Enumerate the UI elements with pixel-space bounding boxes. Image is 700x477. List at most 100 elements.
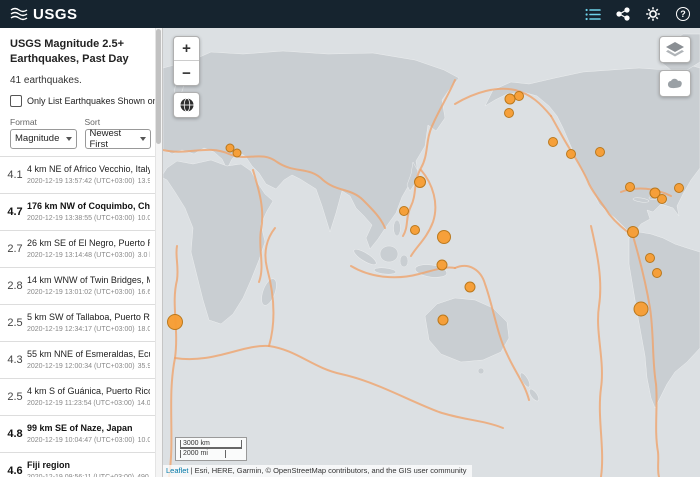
earthquake-list-item[interactable]: 4.6 Fiji region 2020-12-19 09:56:11 (UTC… xyxy=(0,453,155,477)
earthquake-marker[interactable] xyxy=(505,94,515,104)
earthquake-marker[interactable] xyxy=(411,226,420,235)
scale-km: 3000 km xyxy=(180,440,242,450)
earthquake-place: 176 km NW of Coquimbo, Chile xyxy=(27,201,150,211)
earthquake-list-item[interactable]: 4.8 99 km SE of Naze, Japan 2020-12-19 1… xyxy=(0,416,155,453)
globe-button[interactable] xyxy=(173,92,200,118)
map-filter-label: Only List Earthquakes Shown on Map xyxy=(27,96,162,106)
sort-label: Sort xyxy=(85,117,152,127)
earthquake-place: 26 km SE of El Negro, Puerto Rico xyxy=(27,238,150,248)
format-select[interactable]: Magnitude xyxy=(10,129,77,149)
earthquake-time: 2020-12-19 12:00:34 (UTC+03:00) xyxy=(27,363,135,370)
earthquake-marker[interactable] xyxy=(653,269,662,278)
list-view-icon[interactable] xyxy=(585,8,601,21)
earthquake-depth: 18.0 km xyxy=(138,326,150,333)
format-label: Format xyxy=(10,117,77,127)
earthquake-list: 4.1 4 km NE of Africo Vecchio, Italy 202… xyxy=(0,156,155,477)
magnitude-value: 2.5 xyxy=(3,311,27,335)
earthquake-depth: 3.0 km xyxy=(138,252,150,259)
earthquake-list-item[interactable]: 2.5 5 km SW of Tallaboa, Puerto Rico 202… xyxy=(0,305,155,342)
earthquake-marker[interactable] xyxy=(658,195,667,204)
scrollbar-thumb[interactable] xyxy=(156,29,161,144)
world-map[interactable] xyxy=(163,28,700,477)
earthquake-place: 5 km SW of Tallaboa, Puerto Rico xyxy=(27,312,150,322)
earthquake-marker[interactable] xyxy=(437,260,447,270)
map-scale: 3000 km 2000 mi xyxy=(175,437,247,461)
app-header: USGS xyxy=(0,0,700,28)
map-filter-checkbox[interactable] xyxy=(10,95,22,107)
earthquake-marker[interactable] xyxy=(567,150,576,159)
scale-mi: 2000 mi xyxy=(180,450,226,458)
earthquake-depth: 14.0 km xyxy=(137,400,150,407)
usgs-wave-icon xyxy=(10,7,28,21)
zoom-in-button[interactable]: + xyxy=(174,37,199,61)
earthquake-marker[interactable] xyxy=(646,254,655,263)
map-attribution: Leaflet | Esri, HERE, Garmin, © OpenStre… xyxy=(163,465,472,477)
magnitude-value: 4.7 xyxy=(3,200,27,224)
earthquake-marker[interactable] xyxy=(168,315,183,330)
earthquake-place: 4 km NE of Africo Vecchio, Italy xyxy=(27,164,150,174)
earthquake-list-item[interactable]: 2.8 14 km WNW of Twin Bridges, M... 2020… xyxy=(0,268,155,305)
chevron-down-icon xyxy=(140,137,146,141)
earthquake-marker[interactable] xyxy=(505,109,514,118)
magnitude-value: 2.7 xyxy=(3,237,27,261)
magnitude-value: 2.5 xyxy=(3,385,27,409)
earthquake-marker[interactable] xyxy=(596,148,605,157)
share-icon[interactable] xyxy=(616,7,630,21)
earthquake-marker[interactable] xyxy=(628,227,639,238)
earthquake-list-item[interactable]: 2.7 26 km SE of El Negro, Puerto Rico 20… xyxy=(0,231,155,268)
zoom-out-button[interactable]: − xyxy=(174,61,199,85)
panel-title: USGS Magnitude 2.5+ Earthquakes, Past Da… xyxy=(10,37,151,68)
earthquake-marker[interactable] xyxy=(415,177,426,188)
earthquake-time: 2020-12-19 13:38:55 (UTC+03:00) xyxy=(27,215,135,222)
earthquake-marker[interactable] xyxy=(438,315,448,325)
brand-text: USGS xyxy=(33,6,78,23)
magnitude-value: 4.6 xyxy=(3,459,27,477)
map-container: + − 3000 km xyxy=(163,28,700,477)
settings-gear-icon[interactable] xyxy=(645,6,661,22)
magnitude-value: 2.8 xyxy=(3,274,27,298)
earthquake-marker[interactable] xyxy=(675,184,684,193)
earthquake-time: 2020-12-19 13:14:48 (UTC+03:00) xyxy=(27,252,135,259)
earthquake-marker[interactable] xyxy=(438,231,451,244)
earthquake-marker[interactable] xyxy=(549,138,558,147)
map-right-controls xyxy=(659,36,691,97)
earthquake-place: 99 km SE of Naze, Japan xyxy=(27,423,150,433)
magnitude-value: 4.3 xyxy=(3,348,27,372)
earthquake-list-panel: USGS Magnitude 2.5+ Earthquakes, Past Da… xyxy=(0,28,163,477)
earthquake-list-item[interactable]: 4.7 176 km NW of Coquimbo, Chile 2020-12… xyxy=(0,194,155,231)
earthquake-time: 2020-12-19 12:34:17 (UTC+03:00) xyxy=(27,326,135,333)
zoom-control: + − xyxy=(173,36,200,86)
earthquake-time: 2020-12-19 13:01:02 (UTC+03:00) xyxy=(27,289,135,296)
earthquake-marker[interactable] xyxy=(515,92,524,101)
earthquake-place: 55 km NNE of Esmeraldas, Ecua... xyxy=(27,349,150,359)
magnitude-value: 4.8 xyxy=(3,422,27,446)
header-actions: ? xyxy=(585,6,690,22)
earthquake-list-item[interactable]: 4.3 55 km NNE of Esmeraldas, Ecua... 202… xyxy=(0,342,155,379)
help-icon[interactable]: ? xyxy=(676,7,690,21)
earthquake-place: Fiji region xyxy=(27,460,150,470)
earthquake-depth: 10.0 km xyxy=(138,437,150,444)
earthquake-marker[interactable] xyxy=(400,207,409,216)
layers-button[interactable] xyxy=(659,36,691,63)
earthquake-count: 41 earthquakes. xyxy=(10,75,151,86)
earthquake-marker[interactable] xyxy=(226,144,234,152)
earthquake-marker[interactable] xyxy=(233,149,241,157)
sidebar-scrollbar[interactable] xyxy=(155,28,162,477)
format-value: Magnitude xyxy=(15,133,59,144)
usgs-logo[interactable]: USGS xyxy=(10,6,78,23)
earthquake-marker[interactable] xyxy=(465,282,475,292)
earthquake-list-item[interactable]: 2.5 4 km S of Guánica, Puerto Rico 2020-… xyxy=(0,379,155,416)
earthquake-list-item[interactable]: 4.1 4 km NE of Africo Vecchio, Italy 202… xyxy=(0,157,155,194)
earthquake-marker[interactable] xyxy=(634,302,648,316)
earthquake-time: 2020-12-19 13:57:42 (UTC+03:00) xyxy=(27,178,135,185)
earthquake-time: 2020-12-19 11:23:54 (UTC+03:00) xyxy=(27,400,134,407)
earthquake-depth: 35.9 km xyxy=(138,363,150,370)
earthquake-time: 2020-12-19 10:04:47 (UTC+03:00) xyxy=(27,437,135,444)
leaflet-link[interactable]: Leaflet xyxy=(166,466,189,475)
sort-select[interactable]: Newest First xyxy=(85,129,152,149)
earthquake-marker[interactable] xyxy=(626,183,635,192)
basemap-button[interactable] xyxy=(659,70,691,97)
earthquake-depth: 10.0 km xyxy=(138,215,150,222)
earthquake-place: 14 km WNW of Twin Bridges, M... xyxy=(27,275,150,285)
attribution-text: | Esri, HERE, Garmin, © OpenStreetMap co… xyxy=(189,466,467,475)
